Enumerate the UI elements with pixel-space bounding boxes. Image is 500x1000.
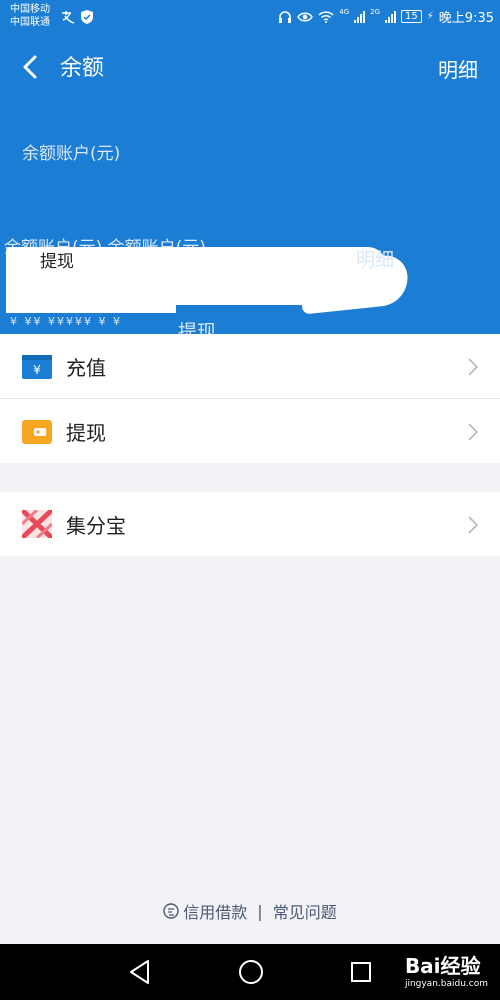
baidu-jingyan-watermark: Bai经验 jingyan.baidu.com — [405, 950, 488, 989]
credit-loan-label: 信用借款 — [183, 903, 248, 922]
faq-link[interactable]: 常见问题 — [273, 899, 337, 923]
charging-icon: ⚡ — [426, 11, 434, 22]
menu-label-jifenbao: 集分宝 — [66, 513, 126, 538]
points-menu: 集分宝 — [0, 492, 500, 556]
smear-withdraw-bottom: 提现 — [178, 321, 217, 334]
redacted-balance-area: 余额账户(元) 余额账户(元) 提现 明细 ¥ ¥¥ ¥¥¥¥¥ ¥ ¥ 提现 — [0, 229, 500, 334]
back-arrow-icon[interactable] — [18, 54, 44, 80]
redaction-mask-bottom — [6, 301, 176, 313]
funds-menu: ¥ 充值 提现 — [0, 334, 500, 463]
smear-withdraw-label: 提现 — [40, 252, 74, 272]
nav-recents-icon[interactable] — [350, 959, 372, 985]
network-type-1: 4G — [339, 7, 350, 16]
signal-bars-2-icon — [385, 10, 397, 23]
network-type-2: 2G — [370, 7, 381, 16]
svg-text:¥: ¥ — [33, 363, 41, 377]
footer-links: 信用借款 | 常见问题 — [0, 898, 500, 924]
chevron-right-icon — [468, 516, 478, 534]
nav-home-icon[interactable] — [238, 959, 264, 985]
credit-loan-icon — [163, 903, 179, 919]
watermark-site: jingyan.baidu.com — [404, 979, 488, 989]
page-title: 余额 — [60, 56, 105, 81]
navigation-bar: Bai经验 jingyan.baidu.com — [0, 944, 500, 1000]
battery-level: 15 — [401, 10, 422, 23]
smear-currency-symbols: ¥ ¥¥ ¥¥¥¥¥ ¥ ¥ — [10, 315, 122, 328]
menu-item-jifenbao[interactable]: 集分宝 — [0, 492, 500, 556]
smear-detail-label: 明细 — [356, 249, 395, 271]
menu-item-withdraw[interactable]: 提现 — [0, 399, 500, 463]
carrier-2: 中国联通 — [10, 17, 50, 28]
jifenbao-icon — [22, 510, 52, 538]
chevron-right-icon — [468, 423, 478, 441]
nav-back-icon[interactable] — [128, 959, 152, 985]
footer-separator: | — [257, 901, 263, 921]
headset-icon — [279, 10, 292, 23]
balance-header: 余额 明细 余额账户(元) 余额账户(元) 余额账户(元) 提现 明细 ¥ ¥¥… — [0, 34, 500, 334]
eye-icon — [297, 12, 314, 21]
signal-bars-1-icon — [354, 10, 366, 23]
recharge-icon: ¥ — [22, 355, 52, 379]
withdraw-wallet-icon — [22, 420, 52, 444]
menu-label-recharge: 充值 — [66, 355, 106, 380]
watermark-brand: Bai经验 — [404, 954, 481, 978]
menu-item-recharge[interactable]: ¥ 充值 — [0, 334, 500, 399]
detail-link[interactable]: 明细 — [438, 54, 478, 83]
status-right: 4G 2G 15 ⚡ 晚上9:35 — [278, 7, 494, 26]
carrier-1: 中国移动 — [10, 4, 50, 15]
credit-loan-link[interactable]: 信用借款 — [163, 899, 247, 923]
menu-label-withdraw: 提现 — [66, 420, 106, 445]
carrier-info: 中国移动 中国联通 — [10, 3, 50, 29]
chevron-right-icon — [468, 358, 478, 376]
wifi-icon — [318, 11, 334, 23]
clock: 晚上9:35 — [438, 11, 494, 26]
status-bar: 中国移动 中国联通 4G 2G 15 ⚡ 晚上9:35 — [0, 0, 500, 34]
status-left-icons — [60, 9, 94, 25]
shield-icon — [81, 10, 93, 24]
account-label: 余额账户(元) — [22, 144, 121, 164]
alipay-notification-icon — [62, 11, 75, 24]
